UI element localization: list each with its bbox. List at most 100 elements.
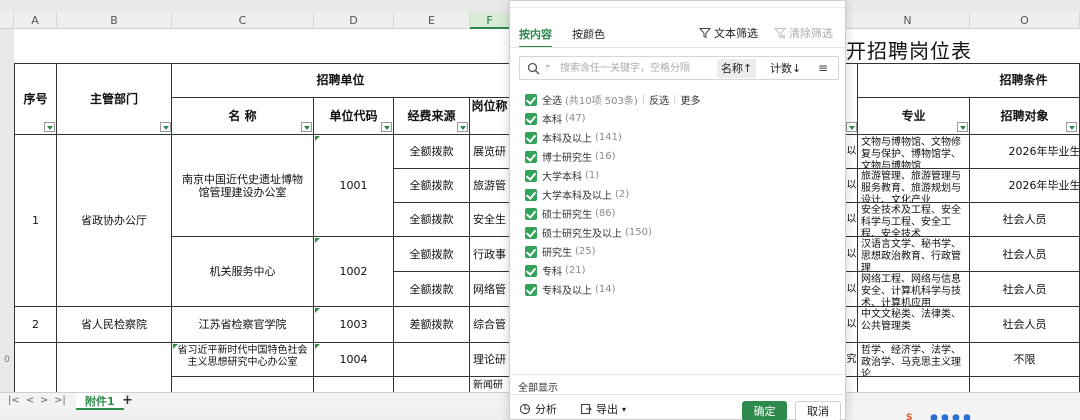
header-unit[interactable]: 招聘单位 [172, 63, 510, 98]
cell-seq-2[interactable]: 2 [14, 307, 57, 343]
clear-filter-button[interactable]: 清除筛选 [774, 25, 833, 41]
next-sheet-icon[interactable]: > [40, 395, 48, 406]
cell-post-r8[interactable]: 新闻研 [470, 377, 510, 392]
list-item[interactable]: 专科 (21) [525, 261, 586, 280]
list-settings-icon[interactable]: ≡ [818, 61, 828, 75]
filter-dropdown-seq[interactable] [44, 122, 55, 132]
cell-seq-3[interactable] [14, 343, 57, 392]
cell-unit-5-code[interactable] [314, 377, 394, 392]
list-item[interactable]: 专科及以上 (14) [525, 280, 616, 299]
item-checkbox[interactable] [525, 169, 537, 182]
cell-edu-r3[interactable]: 以 [846, 203, 858, 237]
add-sheet-button[interactable]: + [122, 393, 133, 408]
cell-dept-1[interactable]: 省政协办公厅 [57, 135, 172, 307]
cell-target-r6[interactable]: 社会人员 [970, 307, 1080, 343]
header-major[interactable]: 专业 [858, 98, 970, 135]
cell-unit-2-code[interactable]: 1002 [314, 237, 394, 307]
cell-target-r8[interactable] [970, 377, 1080, 392]
cell-edu-r7[interactable]: 究 [846, 343, 858, 377]
item-checkbox[interactable] [525, 226, 537, 239]
row-number[interactable]: 0 [0, 355, 14, 365]
column-header-e[interactable]: E [394, 12, 470, 29]
show-all-link[interactable]: 全部显示 [518, 379, 558, 394]
column-header-a[interactable]: A [14, 12, 57, 29]
header-conditions[interactable]: 招聘条件 [858, 63, 1080, 98]
cell-dept-2[interactable]: 省人民检察院 [57, 307, 172, 343]
column-header-f[interactable]: F [470, 12, 510, 29]
cell-unit-4-code[interactable]: 1004 [314, 343, 394, 377]
cell-major-r2[interactable]: 旅游管理、旅游管理与服务教育、旅游规划与设计、文化产业 [858, 169, 970, 203]
first-sheet-icon[interactable]: |< [8, 395, 20, 406]
item-checkbox[interactable] [525, 131, 537, 144]
item-checkbox[interactable] [525, 150, 537, 163]
last-sheet-icon[interactable]: >| [54, 395, 66, 406]
cell-edu-r6[interactable]: 以 [846, 307, 858, 343]
sort-by-count-button[interactable]: 计数↓ [766, 59, 805, 78]
tab-by-color[interactable]: 按颜色 [572, 26, 605, 42]
export-button[interactable]: 导出 ▾ [580, 401, 626, 417]
header-post[interactable]: 岗位称 [470, 98, 510, 135]
list-item[interactable]: 硕士研究生及以上 (150) [525, 223, 652, 242]
cell-target-r5[interactable]: 社会人员 [970, 272, 1080, 307]
cell-post-r4[interactable]: 行政事 [470, 237, 510, 272]
item-checkbox[interactable] [525, 188, 537, 201]
cell-post-r5[interactable]: 网络管 [470, 272, 510, 307]
confirm-button[interactable]: 确定 [742, 401, 787, 420]
cell-edu-r5[interactable]: 以 [846, 272, 858, 307]
list-item[interactable]: 博士研究生 (16) [525, 147, 616, 166]
header-target[interactable]: 招聘对象 [970, 98, 1080, 135]
list-item[interactable]: 本科 (47) [525, 109, 586, 128]
filter-dropdown-major[interactable] [957, 122, 968, 132]
cancel-button[interactable]: 取消 [795, 401, 841, 420]
cell-post-r1[interactable]: 展览研 [470, 135, 510, 169]
cell-fund-r1[interactable]: 全额拨款 [394, 135, 470, 169]
cell-fund-r2[interactable]: 全额拨款 [394, 169, 470, 203]
cell-edu-r2[interactable]: 以 [846, 169, 858, 203]
cell-unit-1-name[interactable]: 南京中国近代史遗址博物馆管理建设办公室 [172, 135, 314, 237]
cell-major-r7[interactable]: 哲学、经济学、法学、政治学、马克思主义理论 [858, 343, 970, 377]
prev-sheet-icon[interactable]: < [26, 395, 34, 406]
analyze-button[interactable]: 分析 [519, 401, 557, 417]
column-header-b[interactable]: B [57, 12, 172, 29]
filter-dropdown-fund[interactable] [457, 122, 468, 132]
list-item[interactable]: 研究生 (25) [525, 242, 596, 261]
cell-major-r8[interactable] [858, 377, 970, 392]
cell-major-r6[interactable]: 中文文秘类、法律类、公共管理类 [858, 307, 970, 343]
filter-dropdown-code[interactable] [381, 122, 392, 132]
ime-toolbar-icon[interactable]: ● ● ● ● [930, 413, 971, 420]
cell-fund-r8[interactable] [394, 377, 470, 392]
cell-major-r4[interactable]: 汉语言文学、秘书学、思想政治教育、行政管理 [858, 237, 970, 272]
cell-post-r6[interactable]: 综合管 [470, 307, 510, 343]
tab-by-content[interactable]: 按内容 [519, 26, 552, 48]
list-item[interactable]: 本科及以上 (141) [525, 128, 622, 147]
search-input[interactable] [560, 59, 710, 77]
item-checkbox[interactable] [525, 283, 537, 296]
cell-post-r7[interactable]: 理论研 [470, 343, 510, 377]
cell-major-r1[interactable]: 文物与博物馆、文物修复与保护、博物馆学、文物与博物馆 [858, 135, 970, 169]
filter-dropdown-name[interactable] [301, 122, 312, 132]
list-item[interactable]: 大学本科 (1) [525, 166, 599, 185]
sort-by-name-button[interactable]: 名称↑ [717, 59, 757, 78]
column-header-d[interactable]: D [314, 12, 394, 29]
cell-target-r7[interactable]: 不限 [970, 343, 1080, 377]
select-all-corner[interactable] [0, 12, 14, 29]
cell-target-r3[interactable]: 社会人员 [970, 203, 1080, 237]
cell-post-r3[interactable]: 安全生 [470, 203, 510, 237]
cell-post-r2[interactable]: 旅游管 [470, 169, 510, 203]
select-all-checkbox[interactable] [525, 93, 537, 106]
cell-major-r3[interactable]: 安全技术及工程、安全科学与工程、安全工程、安全技术 [858, 203, 970, 237]
item-checkbox[interactable] [525, 245, 537, 258]
select-all-row[interactable]: 全选 (共10项 503条) | 反选 | 更多 [525, 90, 701, 109]
cell-edu-r8[interactable] [846, 377, 858, 392]
cell-edu-r4[interactable]: 以 [846, 237, 858, 272]
column-header-o[interactable]: O [970, 12, 1080, 29]
column-header-n[interactable]: N [846, 12, 970, 29]
ime-logo-icon[interactable]: S [906, 413, 912, 420]
cell-major-r5[interactable]: 网络工程、网络与信息安全、计算机科学与技术、计算机应用 [858, 272, 970, 307]
list-item[interactable]: 大学本科及以上 (2) [525, 185, 629, 204]
cell-fund-r6[interactable]: 差额拨款 [394, 307, 470, 343]
filter-dropdown-dept[interactable] [160, 122, 171, 132]
cell-target-r1[interactable]: 2026年毕业生 [970, 135, 1080, 169]
cell-target-r4[interactable]: 社会人员 [970, 237, 1080, 272]
cell-target-r2[interactable]: 2026年毕业生 [970, 169, 1080, 203]
